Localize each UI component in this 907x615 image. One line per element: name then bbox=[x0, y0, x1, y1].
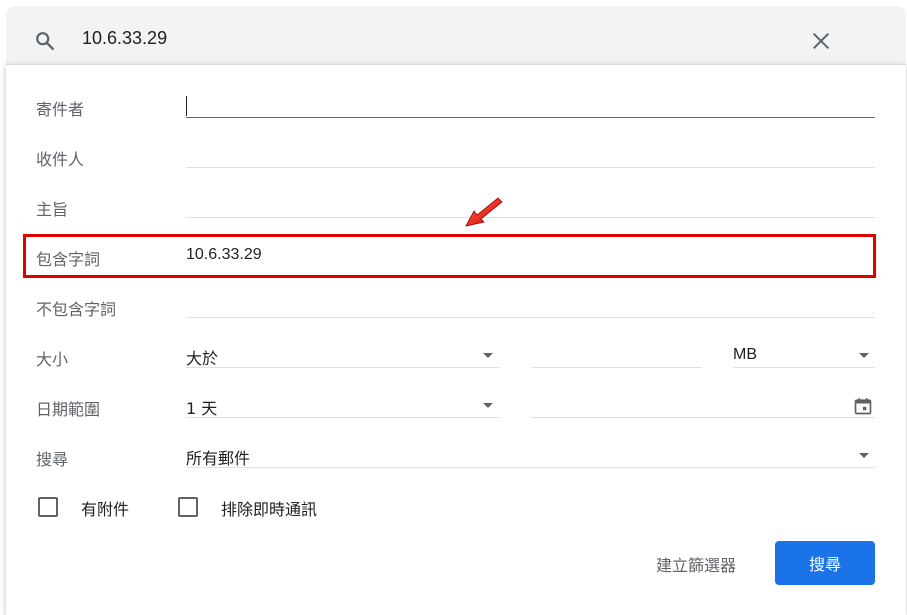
to-field-underline[interactable] bbox=[186, 167, 875, 168]
has-words-label: 包含字詞 bbox=[36, 250, 101, 269]
from-field-underline[interactable] bbox=[186, 117, 875, 118]
size-unit-select[interactable]: MB bbox=[733, 346, 757, 364]
doesnt-have-label: 不包含字詞 bbox=[36, 300, 117, 319]
text-cursor bbox=[186, 96, 187, 116]
search-button[interactable]: 搜尋 bbox=[775, 541, 875, 585]
annotation-arrow-icon bbox=[465, 197, 503, 227]
from-label: 寄件者 bbox=[36, 100, 85, 119]
exclude-chats-checkbox[interactable] bbox=[178, 497, 198, 517]
has-words-field[interactable]: 10.6.33.29 bbox=[186, 246, 262, 264]
date-range-select[interactable]: 1 天 bbox=[186, 395, 217, 419]
has-attachment-label[interactable]: 有附件 bbox=[81, 496, 129, 520]
search-bar: 10.6.33.29 bbox=[6, 6, 906, 64]
size-operator-select[interactable]: 大於 bbox=[186, 345, 218, 369]
search-input[interactable]: 10.6.33.29 bbox=[82, 28, 167, 49]
subject-field-underline[interactable] bbox=[186, 217, 875, 218]
search-in-chevron-down-icon[interactable] bbox=[859, 453, 869, 458]
date-range-label: 日期範圍 bbox=[36, 400, 101, 419]
subject-label: 主旨 bbox=[36, 200, 69, 219]
calendar-icon[interactable] bbox=[853, 396, 873, 416]
search-icon[interactable] bbox=[34, 30, 56, 52]
size-unit-chevron-down-icon[interactable] bbox=[859, 353, 869, 358]
search-in-label: 搜尋 bbox=[36, 450, 69, 469]
size-operator-underline bbox=[186, 367, 500, 368]
size-value-underline[interactable] bbox=[531, 367, 702, 368]
advanced-search-panel bbox=[6, 64, 906, 615]
date-field-underline[interactable] bbox=[531, 417, 875, 418]
exclude-chats-label[interactable]: 排除即時通訊 bbox=[221, 496, 317, 520]
date-range-underline bbox=[186, 417, 500, 418]
close-icon[interactable] bbox=[810, 30, 832, 52]
create-filter-button[interactable]: 建立篩選器 bbox=[656, 552, 736, 576]
size-label: 大小 bbox=[36, 350, 69, 369]
size-unit-underline bbox=[733, 367, 875, 368]
date-range-chevron-down-icon[interactable] bbox=[483, 403, 493, 408]
to-label: 收件人 bbox=[36, 150, 85, 169]
has-attachment-checkbox[interactable] bbox=[38, 497, 58, 517]
highlight-box bbox=[23, 234, 876, 278]
search-in-select[interactable]: 所有郵件 bbox=[186, 445, 250, 469]
search-in-underline bbox=[186, 467, 875, 468]
size-operator-chevron-down-icon[interactable] bbox=[483, 353, 493, 358]
doesnt-have-field-underline[interactable] bbox=[186, 317, 875, 318]
